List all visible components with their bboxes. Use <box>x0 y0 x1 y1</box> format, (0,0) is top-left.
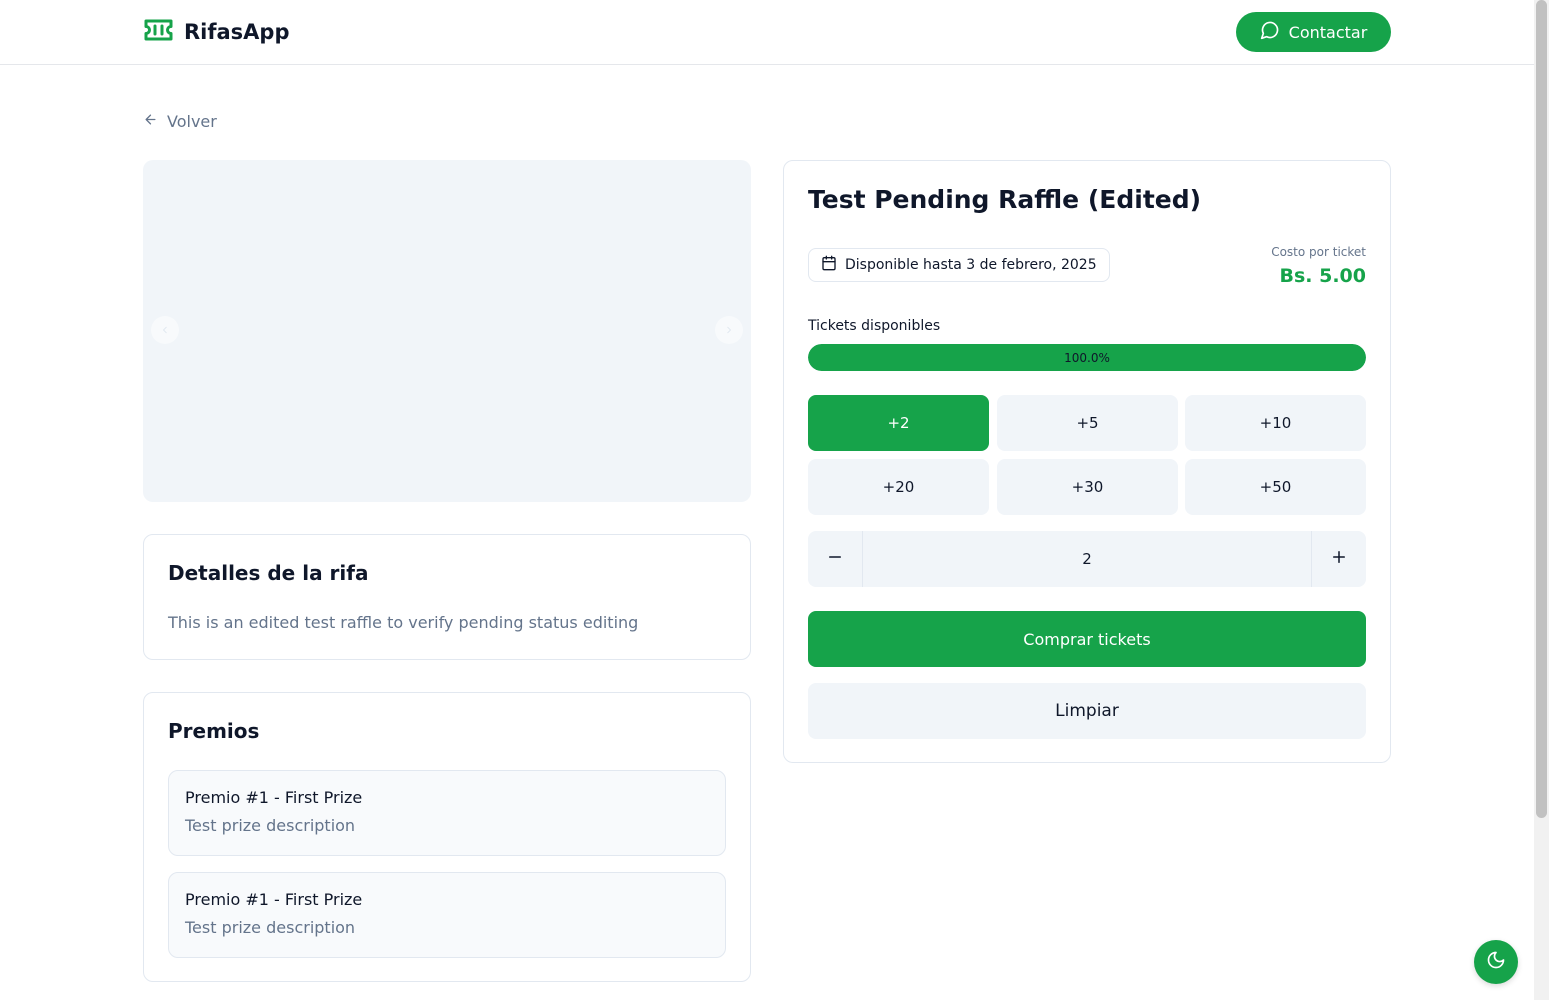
decrement-button[interactable] <box>808 531 863 587</box>
prize-item: Premio #1 - First Prize Test prize descr… <box>168 770 726 856</box>
calendar-icon <box>821 255 837 275</box>
quantity-stepper: 2 <box>808 531 1366 587</box>
progress-text: 100.0% <box>1064 350 1110 365</box>
prizes-card: Premios Premio #1 - First Prize Test pri… <box>143 692 751 982</box>
raffle-details-card: Detalles de la rifa This is an edited te… <box>143 534 751 660</box>
prize-item: Premio #1 - First Prize Test prize descr… <box>168 872 726 958</box>
plus-icon <box>1330 548 1348 570</box>
tickets-progress-bar: 100.0% <box>808 344 1366 371</box>
brand-logo[interactable]: RifasApp <box>143 18 290 46</box>
buy-tickets-button[interactable]: Comprar tickets <box>808 611 1366 667</box>
back-label: Volver <box>167 112 217 131</box>
quick-quantity-button[interactable]: +2 <box>808 395 989 451</box>
brand-name: RifasApp <box>184 20 290 44</box>
prize-description: Test prize description <box>185 918 356 937</box>
raffle-purchase-card: Test Pending Raffle (Edited) Disponible … <box>783 160 1391 763</box>
quick-quantity-button[interactable]: +50 <box>1185 459 1366 515</box>
raffle-image-carousel <box>143 160 751 502</box>
quantity-value[interactable]: 2 <box>863 531 1311 587</box>
chevron-left-icon <box>159 321 171 340</box>
clear-button[interactable]: Limpiar <box>808 683 1366 739</box>
arrow-left-icon <box>143 112 158 131</box>
availability-text: Disponible hasta 3 de febrero, 2025 <box>845 257 1097 273</box>
increment-button[interactable] <box>1311 531 1366 587</box>
theme-toggle-button[interactable] <box>1474 940 1518 984</box>
quick-quantity-button[interactable]: +20 <box>808 459 989 515</box>
cost-label: Costo por ticket <box>1271 245 1366 259</box>
prizes-title: Premios <box>168 719 260 743</box>
carousel-prev-button[interactable] <box>151 316 179 344</box>
ticket-icon <box>143 18 174 46</box>
quick-quantity-button[interactable]: +5 <box>997 395 1178 451</box>
details-title: Detalles de la rifa <box>168 561 369 585</box>
moon-icon <box>1486 950 1506 974</box>
cost-value: Bs. 5.00 <box>1279 265 1366 287</box>
quick-quantity-button[interactable]: +10 <box>1185 395 1366 451</box>
carousel-next-button[interactable] <box>715 316 743 344</box>
prize-description: Test prize description <box>185 816 356 835</box>
details-description: This is an edited test raffle to verify … <box>168 613 639 632</box>
prize-name: Premio #1 - First Prize <box>185 788 363 807</box>
contact-button[interactable]: Contactar <box>1236 12 1391 52</box>
contact-label: Contactar <box>1288 22 1368 42</box>
prize-name: Premio #1 - First Prize <box>185 890 363 909</box>
page-scrollbar[interactable] <box>1534 0 1549 1000</box>
message-circle-icon <box>1260 20 1280 44</box>
minus-icon <box>826 548 844 570</box>
back-link[interactable]: Volver <box>143 112 217 131</box>
raffle-title: Test Pending Raffle (Edited) <box>808 185 1202 214</box>
scrollbar-thumb[interactable] <box>1536 0 1547 818</box>
availability-badge: Disponible hasta 3 de febrero, 2025 <box>808 248 1110 282</box>
top-navbar: RifasApp Contactar <box>0 0 1534 65</box>
quick-quantity-button[interactable]: +30 <box>997 459 1178 515</box>
tickets-available-label: Tickets disponibles <box>808 318 941 334</box>
chevron-right-icon <box>723 321 735 340</box>
